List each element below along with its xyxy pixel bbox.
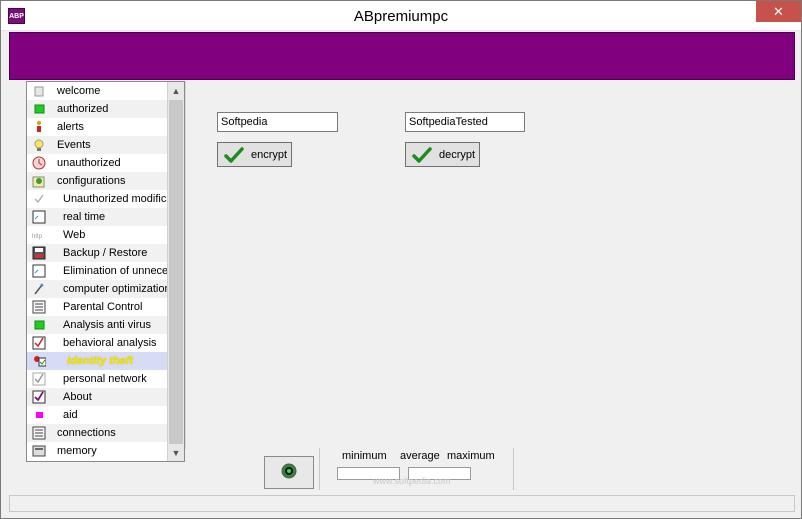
list-scrollbar[interactable]: ▲ ▼ <box>167 82 184 461</box>
sidebar-item-analysis-anti-virus[interactable]: Analysis anti virus <box>27 316 168 334</box>
encrypt-label: encrypt <box>251 148 288 161</box>
sidebar-item-web[interactable]: http Web <box>27 226 168 244</box>
sidebar-item-behavioral-analysis[interactable]: behavioral analysis <box>27 334 168 352</box>
close-button[interactable]: ✕ <box>756 1 801 22</box>
sidebar-item-elimination-of-unneces[interactable]: Elimination of unneces <box>27 262 168 280</box>
sidebar-item-configurations[interactable]: configurations <box>27 172 168 190</box>
encrypt-button[interactable]: encrypt <box>217 142 292 167</box>
decrypt-input[interactable] <box>405 112 525 132</box>
sidebar-item-personal-network[interactable]: personal network <box>27 370 168 388</box>
sidebar-item-backup-restore[interactable]: Backup / Restore <box>27 244 168 262</box>
wand-icon <box>32 282 46 296</box>
green-square-icon <box>32 102 46 116</box>
sidebar-item-unauthorized-modifica[interactable]: Unauthorized modifica <box>27 190 168 208</box>
sidebar-item-label: Events <box>57 139 91 151</box>
document-icon <box>32 84 46 98</box>
sidebar-item-label: identity theft <box>67 355 133 367</box>
sidebar-item-authorized[interactable]: authorized <box>27 100 168 118</box>
config-gear-icon <box>32 174 46 188</box>
red-check-icon <box>32 336 46 350</box>
sidebar-item-label: memory <box>57 445 97 457</box>
sidebar-item-label: connections <box>57 427 116 439</box>
sidebar-item-aid[interactable]: aid <box>27 406 168 424</box>
grid-icon <box>32 210 46 224</box>
main-panel: encrypt decrypt <box>185 81 795 449</box>
sidebar-item-label: Backup / Restore <box>63 247 148 259</box>
small-check-icon <box>32 192 46 206</box>
scroll-down-arrow-icon[interactable]: ▼ <box>168 444 184 461</box>
sidebar-item-label: Web <box>63 229 86 241</box>
average-label: average <box>400 450 440 462</box>
sidebar-item-label: Elimination of unneces <box>63 265 168 277</box>
sidebar-item-label: computer optimization <box>63 283 168 295</box>
sidebar-item-label: Parental Control <box>63 301 143 313</box>
encrypt-input[interactable] <box>217 112 338 132</box>
decrypt-button[interactable]: decrypt <box>405 142 480 167</box>
decrypt-label: decrypt <box>439 148 476 161</box>
watermark-text: www.softpedia.com <box>373 476 451 486</box>
close-icon: ✕ <box>773 3 784 19</box>
sidebar-item-label: Unauthorized modifica <box>63 193 168 205</box>
http-icon: http <box>32 228 46 242</box>
navigation-items: welcome authorized alerts Events unauthorize… <box>27 82 168 460</box>
sidebar-item-alerts[interactable]: alerts <box>27 118 168 136</box>
green-check-icon <box>223 145 245 165</box>
minimum-label: minimum <box>342 450 387 462</box>
sidebar-item-label: aid <box>63 409 78 421</box>
sidebar-item-label: authorized <box>57 103 109 115</box>
sidebar-item-label: About <box>63 391 92 403</box>
list-icon <box>32 300 46 314</box>
sidebar-item-label: configurations <box>57 175 126 187</box>
maximum-label: maximum <box>447 450 495 462</box>
sidebar-item-label: welcome <box>57 85 101 97</box>
target-icon <box>280 462 298 483</box>
svg-text:http: http <box>32 234 43 240</box>
sidebar-item-parental-control[interactable]: Parental Control <box>27 298 168 316</box>
green-check-icon <box>411 145 433 165</box>
sidebar-item-unauthorized[interactable]: unauthorized <box>27 154 168 172</box>
purple-banner <box>9 32 795 80</box>
sidebar-item-computer-optimization[interactable]: computer optimization <box>27 280 168 298</box>
sidebar-item-label: Analysis anti virus <box>63 319 152 331</box>
floppy-icon <box>32 246 46 260</box>
window-title: ABpremiumpc <box>353 8 449 25</box>
sidebar-item-memory[interactable]: memory <box>27 442 168 460</box>
magenta-square-icon <box>32 408 46 422</box>
sidebar-item-label: real time <box>63 211 106 223</box>
lightbulb-icon <box>32 138 46 152</box>
purple-check-icon <box>32 390 46 404</box>
navigation-list[interactable]: welcome authorized alerts Events unauthorize… <box>26 81 185 462</box>
sidebar-item-events[interactable]: Events <box>27 136 168 154</box>
sidebar-item-real-time[interactable]: real time <box>27 208 168 226</box>
memory-icon <box>32 444 46 458</box>
app-window: ABP ABpremiumpc ✕ welcome authorized alert… <box>0 0 802 519</box>
sidebar-item-label: personal network <box>63 373 147 385</box>
status-bar <box>9 495 795 512</box>
scroll-up-arrow-icon[interactable]: ▲ <box>168 82 184 99</box>
sidebar-item-identity-theft[interactable]: identity theft <box>27 352 168 370</box>
sidebar-item-welcome[interactable]: welcome <box>27 82 168 100</box>
sidebar-item-label: unauthorized <box>57 157 121 169</box>
sidebar-item-label: behavioral analysis <box>63 337 157 349</box>
sidebar-item-label: alerts <box>57 121 84 133</box>
gray-check-icon <box>32 372 46 386</box>
sidebar-item-connections[interactable]: connections <box>27 424 168 442</box>
title-bar: ABP ABpremiumpc ✕ <box>1 1 801 31</box>
sidebar-item-about[interactable]: About <box>27 388 168 406</box>
list-icon <box>32 426 46 440</box>
green-square-icon <box>32 318 46 332</box>
grid-icon <box>32 264 46 278</box>
status-toggle-button[interactable] <box>264 456 314 489</box>
clock-icon <box>32 156 46 170</box>
scroll-thumb[interactable] <box>169 100 183 444</box>
identity-icon <box>32 354 46 368</box>
alert-figure-icon <box>32 120 46 134</box>
